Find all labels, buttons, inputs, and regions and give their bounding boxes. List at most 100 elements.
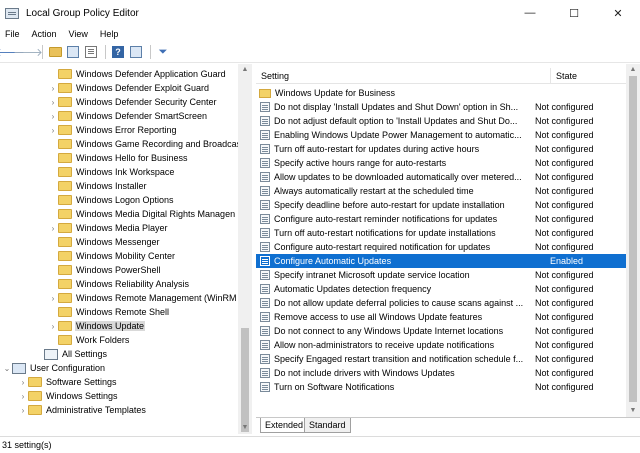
tree-item[interactable]: › Windows Defender SmartScreen	[48, 109, 208, 123]
toolbar-separator	[105, 45, 106, 59]
user-configuration-icon	[12, 362, 26, 374]
policy-setting-icon	[260, 116, 270, 126]
tree-item[interactable]: Windows Mobility Center	[48, 249, 176, 263]
policy-setting-icon	[260, 214, 270, 224]
column-divider[interactable]	[550, 68, 551, 84]
filter-button[interactable]: ⏷	[155, 44, 171, 60]
setting-row[interactable]: Turn off auto-restart for updates during…	[256, 142, 626, 156]
tree-item-all-settings[interactable]: All Settings	[34, 347, 108, 361]
status-bar: 31 setting(s)	[0, 436, 640, 453]
expand-chevron-icon[interactable]: ›	[48, 98, 58, 107]
tab-extended[interactable]: Extended	[260, 418, 309, 433]
expand-chevron-icon[interactable]: ›	[18, 392, 28, 401]
tree-item[interactable]: Windows Game Recording and Broadcas	[48, 137, 242, 151]
forward-button[interactable]: 🡒	[13, 44, 43, 60]
setting-column-header[interactable]: Setting	[261, 71, 289, 81]
tree-item[interactable]: Windows Media Digital Rights Managen	[48, 207, 236, 221]
tree-item-windows-update[interactable]: › Windows Update	[48, 319, 146, 333]
tree-item-user-configuration[interactable]: ⌄ User Configuration	[2, 361, 106, 375]
policy-setting-icon	[260, 144, 270, 154]
setting-row[interactable]: Allow non-administrators to receive upda…	[256, 338, 626, 352]
setting-row[interactable]: Configure auto-restart reminder notifica…	[256, 212, 626, 226]
show-hide-tree-button[interactable]	[65, 44, 81, 60]
folder-icon	[58, 97, 72, 107]
tree-item[interactable]: › Windows Settings	[18, 389, 119, 403]
tree-item[interactable]: Windows Hello for Business	[48, 151, 189, 165]
setting-row[interactable]: Turn off auto-restart notifications for …	[256, 226, 626, 240]
tree-item[interactable]: › Windows Error Reporting	[48, 123, 178, 137]
setting-row-configure-automatic-updates[interactable]: Configure Automatic Updates Enabled	[256, 254, 626, 268]
menu-view[interactable]: View	[63, 29, 94, 39]
setting-row[interactable]: Remove access to use all Windows Update …	[256, 310, 626, 324]
settings-scrollbar[interactable]: ▲ ▼	[626, 64, 640, 417]
export-list-button[interactable]	[83, 44, 99, 60]
tree-item[interactable]: Work Folders	[48, 333, 130, 347]
maximize-button[interactable]: ☐	[552, 0, 596, 26]
expand-chevron-icon[interactable]: ›	[18, 378, 28, 387]
tree-item[interactable]: › Windows Media Player	[48, 221, 169, 235]
state-column-header[interactable]: State	[556, 71, 577, 81]
menu-file[interactable]: File	[0, 29, 26, 39]
setting-row[interactable]: Do not allow update deferral policies to…	[256, 296, 626, 310]
setting-row[interactable]: Enabling Windows Update Power Management…	[256, 128, 626, 142]
setting-row[interactable]: Do not connect to any Windows Update Int…	[256, 324, 626, 338]
folder-up-icon	[48, 47, 62, 57]
tree-item[interactable]: › Software Settings	[18, 375, 118, 389]
setting-row[interactable]: Do not adjust default option to 'Install…	[256, 114, 626, 128]
folder-icon	[58, 307, 72, 317]
setting-row[interactable]: Always automatically restart at the sche…	[256, 184, 626, 198]
tree-item[interactable]: › Windows Defender Security Center	[48, 95, 218, 109]
setting-row[interactable]: Configure auto-restart required notifica…	[256, 240, 626, 254]
setting-row[interactable]: Specify active hours range for auto-rest…	[256, 156, 626, 170]
scroll-down-icon[interactable]: ▼	[626, 405, 640, 417]
expand-chevron-icon[interactable]: ›	[48, 84, 58, 93]
expand-chevron-icon[interactable]: ›	[48, 112, 58, 121]
expand-chevron-icon[interactable]: ›	[48, 126, 58, 135]
export-list-icon	[85, 46, 97, 58]
menu-help[interactable]: Help	[94, 29, 125, 39]
setting-row[interactable]: Do not display 'Install Updates and Shut…	[256, 100, 626, 114]
tree-item[interactable]: › Windows Defender Exploit Guard	[48, 81, 210, 95]
tree-item[interactable]: › Windows Remote Management (WinRM	[48, 291, 238, 305]
tree-item[interactable]: Windows Messenger	[48, 235, 161, 249]
scrollbar-thumb[interactable]	[629, 76, 637, 402]
expand-chevron-icon[interactable]: ›	[48, 294, 58, 303]
scroll-up-icon[interactable]: ▲	[238, 64, 252, 76]
close-button[interactable]: ✕	[596, 0, 640, 26]
tree-item[interactable]: Windows Defender Application Guard	[48, 67, 227, 81]
tree-item[interactable]: Windows PowerShell	[48, 263, 162, 277]
folder-icon	[58, 195, 72, 205]
setting-row[interactable]: Allow updates to be downloaded automatic…	[256, 170, 626, 184]
help-button[interactable]: ?	[110, 44, 126, 60]
policy-setting-icon	[260, 102, 270, 112]
up-one-level-button[interactable]	[47, 44, 63, 60]
collapse-chevron-icon[interactable]: ⌄	[2, 364, 12, 373]
tab-standard[interactable]: Standard	[304, 418, 351, 433]
setting-row[interactable]: Turn on Software Notifications Not config…	[256, 380, 626, 394]
tree-item[interactable]: Windows Remote Shell	[48, 305, 170, 319]
setting-row[interactable]: Do not include drivers with Windows Upda…	[256, 366, 626, 380]
expand-chevron-icon[interactable]: ›	[48, 224, 58, 233]
scroll-down-icon[interactable]: ▼	[238, 422, 252, 434]
menu-action[interactable]: Action	[26, 29, 63, 39]
tree-item[interactable]: Windows Installer	[48, 179, 148, 193]
tree-item[interactable]: Windows Ink Workspace	[48, 165, 175, 179]
settings-folder-row[interactable]: Windows Update for Business	[256, 86, 626, 100]
properties-button[interactable]	[128, 44, 144, 60]
scrollbar-thumb[interactable]	[241, 328, 249, 432]
tree-item[interactable]: › Administrative Templates	[18, 403, 147, 417]
scroll-up-icon[interactable]: ▲	[626, 64, 640, 76]
tree-item[interactable]: Windows Logon Options	[48, 193, 175, 207]
setting-row[interactable]: Specify intranet Microsoft update servic…	[256, 268, 626, 282]
setting-row[interactable]: Specify Engaged restart transition and n…	[256, 352, 626, 366]
folder-icon	[58, 223, 72, 233]
expand-chevron-icon[interactable]: ›	[48, 322, 58, 331]
tree-scrollbar[interactable]: ▲ ▼	[238, 64, 252, 434]
minimize-button[interactable]: —	[508, 0, 552, 26]
setting-row[interactable]: Automatic Updates detection frequency Not…	[256, 282, 626, 296]
folder-icon	[58, 125, 72, 135]
tree-item[interactable]: Windows Reliability Analysis	[48, 277, 190, 291]
column-header: Setting State	[256, 68, 640, 84]
setting-row[interactable]: Specify deadline before auto-restart for…	[256, 198, 626, 212]
expand-chevron-icon[interactable]: ›	[18, 406, 28, 415]
